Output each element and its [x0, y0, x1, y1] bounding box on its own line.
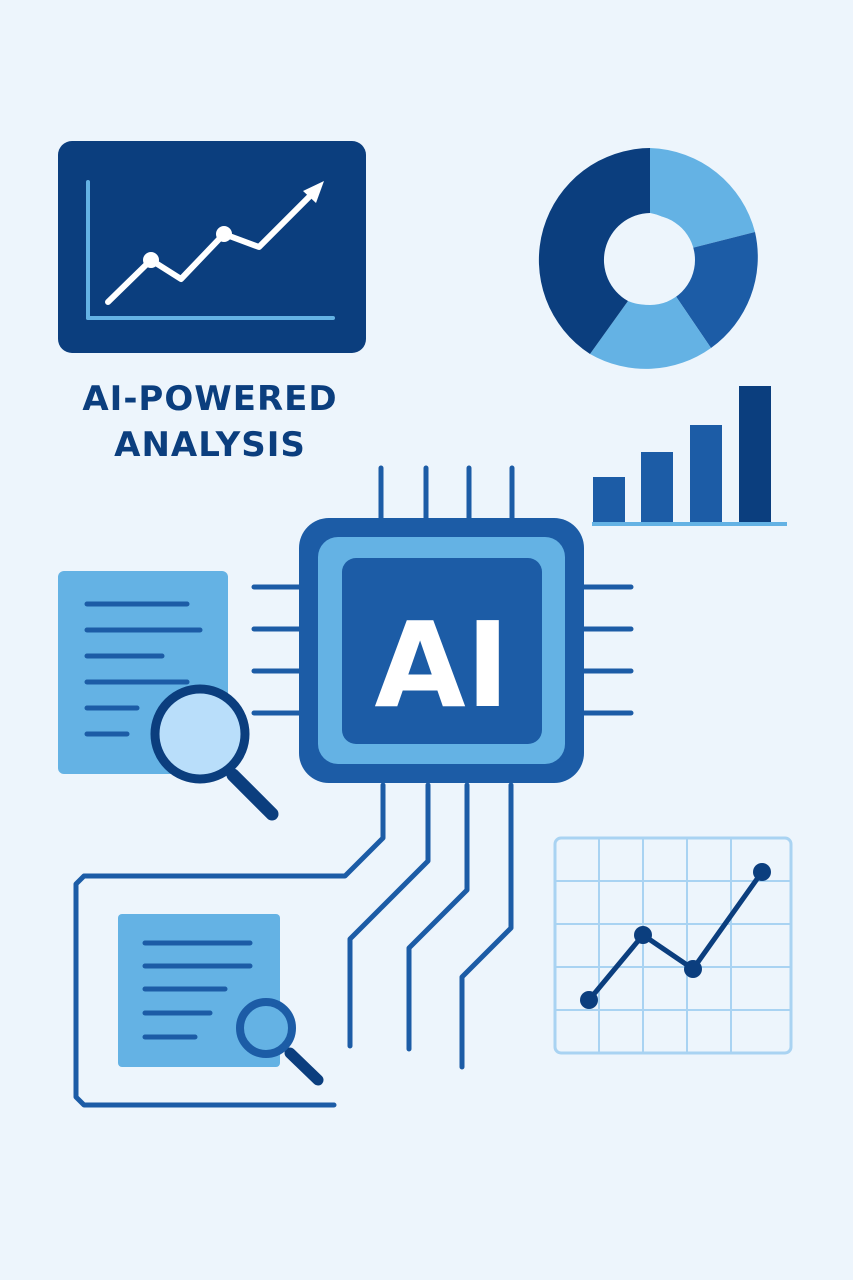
- ai-chip-icon: AI: [299, 518, 584, 783]
- title-line-1: AI-POWERED: [82, 379, 337, 419]
- chip-label: AI: [374, 596, 509, 734]
- line-chart-icon: [58, 141, 366, 353]
- title-line-2: ANALYSIS: [114, 425, 306, 465]
- illustration-canvas: AI-POWERED ANALYSIS AI: [0, 0, 853, 1280]
- donut-chart-icon: [538, 148, 758, 369]
- grid-line-chart-icon: [553, 836, 793, 1055]
